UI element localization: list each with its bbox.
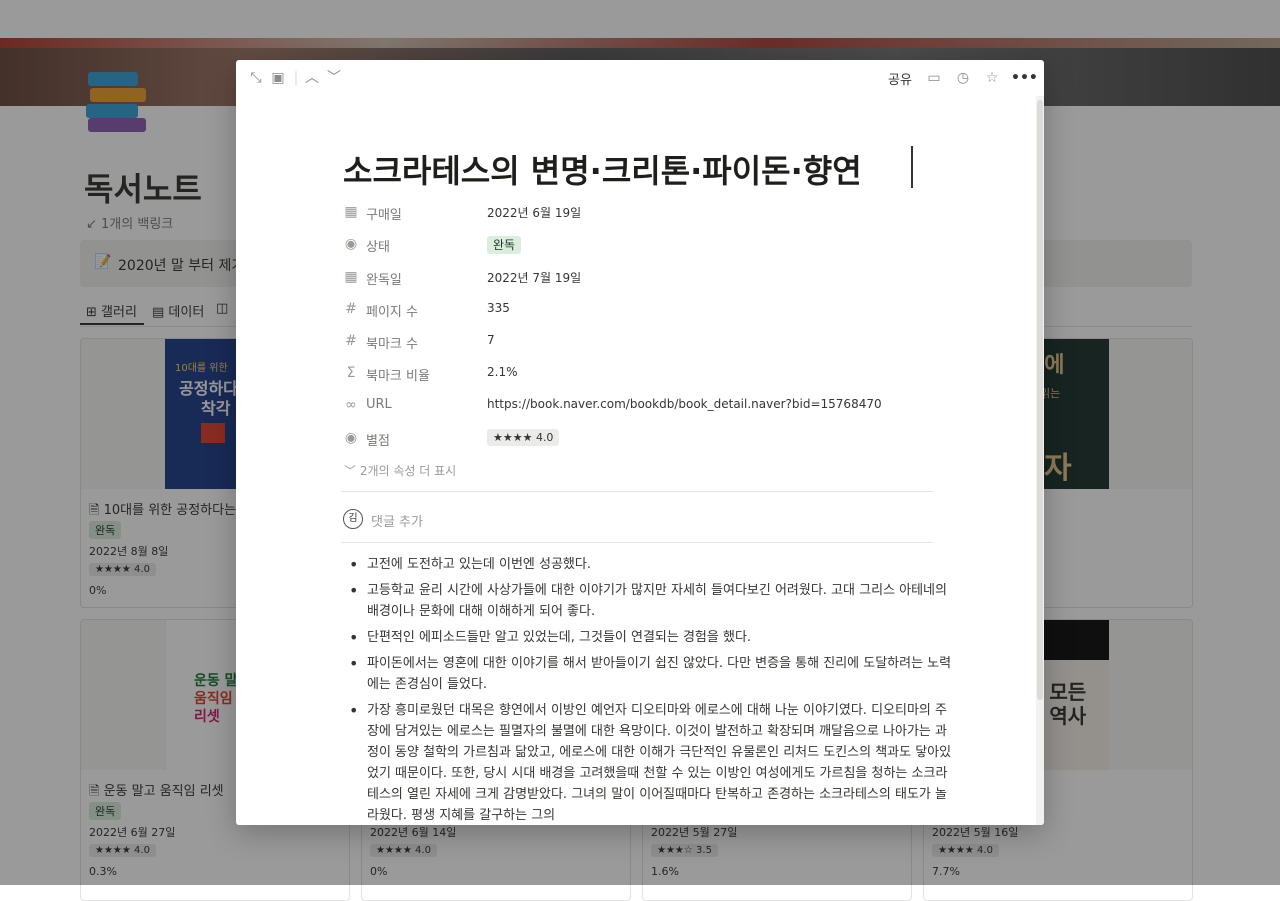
scrollbar-thumb[interactable] [1037, 100, 1043, 700]
property-name: 구매일 [366, 208, 402, 223]
link-icon: ∞ [345, 397, 357, 413]
divider [341, 542, 933, 543]
property-row[interactable]: ▦ 구매일 2022년 6월 19일 [343, 200, 933, 228]
property-row[interactable]: # 페이지 수 335 [343, 297, 933, 325]
property-row[interactable]: ∞ URL https://book.naver.com/bookdb/book… [343, 393, 933, 421]
peek-mode-icon[interactable]: ▣ [268, 68, 288, 88]
modal-toolbar: ⤡ ▣ | ︿ ﹀ 공유 ▭ ◷ ☆ ••• [236, 60, 1044, 96]
comment-input[interactable]: 댓글 추가 [371, 511, 423, 530]
property-name: 완독일 [366, 273, 402, 288]
property-row[interactable]: ◉ 별점 ★★★★ 4.0 [343, 426, 933, 454]
avatar: 김 [343, 509, 363, 529]
property-name: 상태 [366, 240, 390, 255]
calendar-icon: ▦ [344, 269, 358, 285]
chevron-down-icon[interactable]: ﹀ [324, 68, 344, 88]
property-name: 페이지 수 [366, 305, 418, 320]
select-icon: ◉ [344, 236, 358, 252]
number-icon: # [345, 333, 357, 349]
list-item[interactable]: 고전에 도전하고 있는데 이번엔 성공했다. [349, 554, 957, 575]
history-icon[interactable]: ◷ [953, 68, 973, 88]
property-value[interactable]: 2022년 6월 19일 [487, 204, 581, 221]
url-link[interactable]: https://book.naver.com/bookdb/book_detai… [487, 397, 882, 411]
show-more-label: 2개의 속성 더 표시 [359, 464, 457, 478]
list-item[interactable]: 파이돈에서는 영혼에 대한 이야기를 해서 받아들이기 쉽진 않았다. 다만 변… [349, 653, 957, 695]
formula-icon: Σ [346, 365, 356, 381]
property-name: 북마크 수 [366, 337, 418, 352]
calendar-icon: ▦ [344, 204, 358, 220]
property-name: 북마크 비율 [366, 369, 430, 384]
property-value[interactable]: ★★★★ 4.0 [487, 429, 560, 446]
status-tag: 완독 [487, 236, 522, 254]
property-value[interactable]: 2022년 7월 19일 [487, 269, 581, 286]
property-row[interactable]: Σ 북마크 비율 2.1% [343, 361, 933, 389]
number-icon: # [345, 301, 357, 317]
list-item[interactable]: 고등학교 윤리 시간에 사상가들에 대한 이야기가 많지만 자세히 들여다보긴 … [349, 580, 957, 622]
property-value[interactable]: 335 [487, 301, 510, 315]
property-row[interactable]: # 북마크 수 7 [343, 329, 933, 357]
share-button[interactable]: 공유 [888, 69, 912, 88]
property-name: 별점 [366, 434, 390, 449]
property-value[interactable]: 완독 [487, 236, 522, 254]
page-title[interactable]: 소크라테스의 변명·크리톤·파이돈·향연 [343, 146, 862, 192]
rating-tag: ★★★★ 4.0 [487, 429, 560, 446]
divider [341, 491, 933, 492]
chevron-up-icon[interactable]: ︿ [302, 68, 322, 88]
property-name: URL [366, 397, 392, 412]
select-icon: ◉ [344, 430, 358, 446]
expand-icon[interactable]: ⤡ [246, 68, 266, 88]
property-row[interactable]: ◉ 상태 완독 [343, 232, 933, 260]
show-more-properties[interactable]: ﹀ 2개의 속성 더 표시 [344, 462, 456, 479]
list-item[interactable]: 가장 흥미로웠던 대목은 향연에서 이방인 예언자 디오티마와 에로스에 대해 … [349, 700, 957, 825]
list-item[interactable]: 단편적인 에피소드들만 알고 있었는데, 그것들이 연결되는 경험을 했다. [349, 627, 957, 648]
property-value[interactable]: 7 [487, 333, 495, 347]
comment-icon[interactable]: ▭ [924, 68, 944, 88]
bulleted-list: 고전에 도전하고 있는데 이번엔 성공했다. 고등학교 윤리 시간에 사상가들에… [343, 554, 957, 825]
property-value[interactable]: 2.1% [487, 365, 518, 379]
page-peek-modal: ⤡ ▣ | ︿ ﹀ 공유 ▭ ◷ ☆ ••• 소크라테스의 변명·크리톤·파이돈… [236, 60, 1044, 825]
star-icon[interactable]: ☆ [982, 68, 1002, 88]
text-caret [911, 146, 913, 188]
property-row[interactable]: ▦ 완독일 2022년 7월 19일 [343, 265, 933, 293]
more-icon[interactable]: ••• [1011, 68, 1038, 88]
